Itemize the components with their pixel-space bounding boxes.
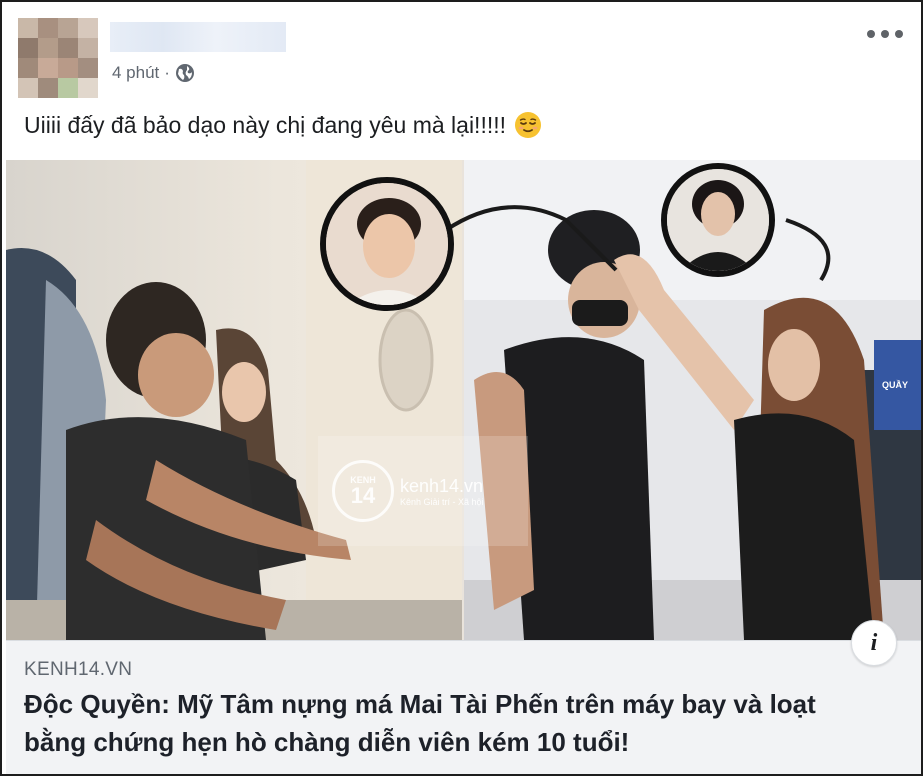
author-name-redacted[interactable] — [110, 22, 286, 52]
meta-separator: · — [164, 63, 170, 82]
dot — [895, 30, 903, 38]
post-photo[interactable]: KENH 14 kenh14.vn Kênh Giải trí - Xã hội… — [6, 160, 921, 640]
watermark-brand: kenh14.vn — [400, 475, 484, 496]
info-icon[interactable]: i — [851, 620, 897, 666]
inset-portrait-woman — [661, 163, 775, 277]
logo-number: 14 — [350, 483, 376, 508]
info-label: i — [870, 629, 878, 656]
link-preview[interactable]: KENH14.VN Độc Quyền: Mỹ Tâm nựng má Mai … — [6, 640, 921, 774]
relieved-face-emoji-icon — [515, 112, 542, 138]
post-text-row: Uiiii đấy đã bảo dạo này chị đang yêu mà… — [24, 108, 901, 142]
watermark-subtitle: Kênh Giải trí - Xã hội — [400, 496, 484, 507]
globe-icon — [175, 64, 194, 82]
post-meta: 4 phút · — [112, 62, 195, 84]
dot — [867, 30, 875, 38]
avatar[interactable] — [18, 18, 98, 98]
link-title[interactable]: Độc Quyền: Mỹ Tâm nựng má Mai Tài Phến t… — [24, 685, 881, 761]
inset-portrait-man — [320, 177, 454, 311]
post-card: 4 phút · Uiiii đấy đã bảo dạo này chị đa… — [0, 0, 923, 776]
link-domain: KENH14.VN — [24, 659, 133, 680]
more-options-button[interactable] — [867, 24, 903, 44]
connector-lines — [444, 205, 831, 282]
dot — [881, 30, 889, 38]
kenh14-logo: KENH 14 — [332, 460, 394, 522]
kenh14-watermark: KENH 14 kenh14.vn Kênh Giải trí - Xã hội — [318, 436, 528, 546]
post-text: Uiiii đấy đã bảo dạo này chị đang yêu mà… — [24, 112, 507, 138]
counter-sign-text: QUẦY — [882, 380, 909, 390]
post-timestamp[interactable]: 4 phút — [112, 63, 159, 83]
